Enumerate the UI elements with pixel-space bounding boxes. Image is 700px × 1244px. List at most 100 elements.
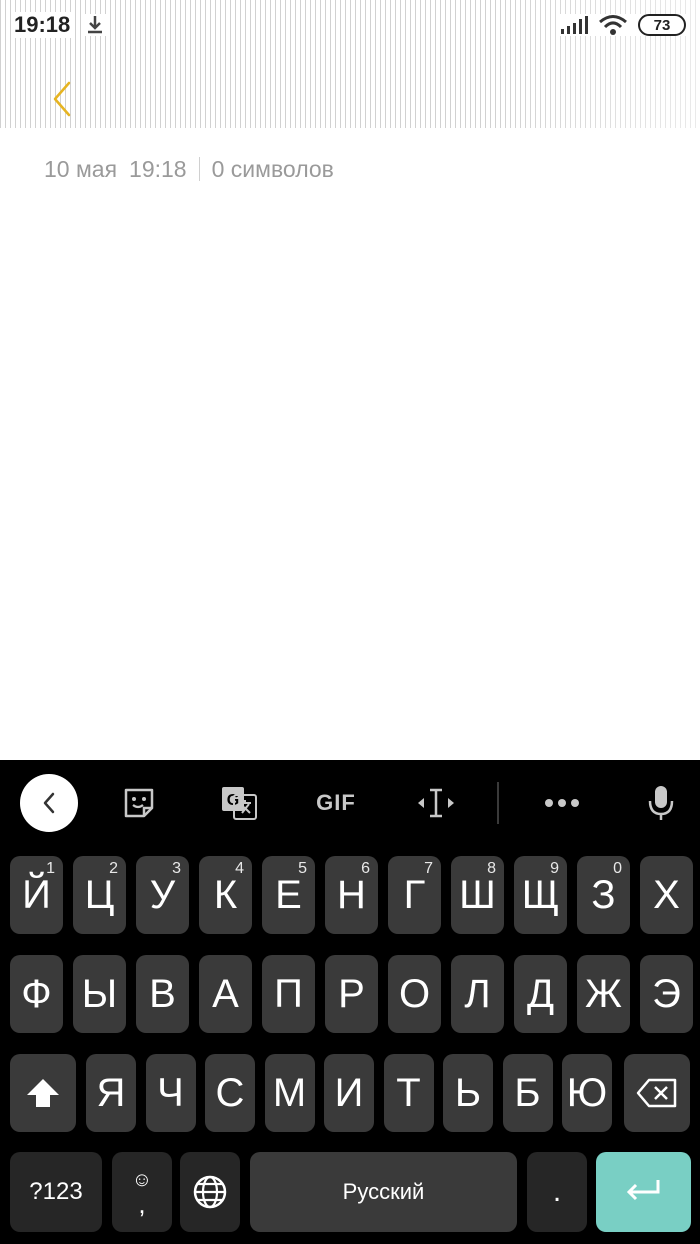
key-9[interactable]: Щ9 [514, 856, 567, 934]
key-15[interactable]: А [199, 955, 252, 1033]
key-char: З [591, 872, 616, 917]
key-char: Г [403, 872, 426, 917]
key-hint: 6 [361, 860, 370, 877]
key-5[interactable]: Е5 [262, 856, 315, 934]
shift-key[interactable] [10, 1054, 76, 1132]
gif-button[interactable]: GIF [310, 778, 362, 828]
chevron-left-icon [53, 81, 71, 117]
key-hint: 7 [424, 860, 433, 877]
signal-icon [560, 15, 588, 35]
enter-key[interactable] [596, 1152, 691, 1232]
key-hint: 4 [235, 860, 244, 877]
microphone-button[interactable] [642, 778, 680, 828]
note-editor[interactable] [0, 196, 700, 756]
key-25[interactable]: С [205, 1054, 255, 1132]
key-char: Й [22, 872, 51, 917]
key-char: Т [396, 1070, 421, 1115]
key-26[interactable]: М [264, 1054, 315, 1132]
backspace-key[interactable] [624, 1054, 690, 1132]
sticker-button[interactable] [118, 778, 160, 828]
enter-icon [626, 1180, 659, 1201]
key-8[interactable]: Ш8 [451, 856, 504, 934]
key-17[interactable]: Р [325, 955, 378, 1033]
key-char: С [215, 1070, 245, 1115]
symbols-key[interactable]: ?123 [10, 1152, 102, 1232]
more-button[interactable] [540, 778, 584, 828]
key-hint: 2 [109, 860, 118, 877]
text-cursor-button[interactable] [414, 778, 458, 828]
key-22[interactable]: Э [640, 955, 693, 1033]
key-27[interactable]: И [324, 1054, 374, 1132]
gif-label: GIF [316, 790, 356, 815]
key-char: Б [514, 1070, 541, 1115]
space-key[interactable]: Русский [250, 1152, 517, 1232]
app-header: 19:18 73 [0, 0, 700, 128]
key-hint: 5 [298, 860, 307, 877]
key-19[interactable]: Л [451, 955, 504, 1033]
key-char: Н [337, 872, 366, 917]
key-31[interactable]: Ю [562, 1054, 612, 1132]
key-char: Ы [81, 971, 118, 1016]
key-24[interactable]: Ч [145, 1054, 196, 1132]
key-char: О [398, 971, 431, 1016]
back-button[interactable] [44, 78, 80, 120]
battery-level: 73 [653, 16, 671, 34]
key-char: Ф [21, 971, 52, 1016]
more-icon [545, 799, 579, 807]
key-20[interactable]: Д [514, 955, 567, 1033]
key-23[interactable]: Я [86, 1054, 136, 1132]
key-16[interactable]: П [262, 955, 315, 1033]
battery-icon: 73 [638, 14, 686, 36]
keyboard-collapse-button[interactable] [20, 774, 78, 832]
key-char: Х [653, 872, 680, 917]
comma-key[interactable]: ☺ , [112, 1152, 172, 1232]
key-char: П [274, 971, 303, 1016]
key-char: Ш [459, 872, 496, 917]
key-char: Р [338, 971, 365, 1016]
meta-divider [198, 157, 200, 181]
shift-icon [27, 1079, 59, 1107]
key-30[interactable]: Б [502, 1054, 553, 1132]
key-2[interactable]: Ц2 [73, 856, 126, 934]
key-28[interactable]: Т [383, 1054, 434, 1132]
key-char: Ю [566, 1070, 608, 1115]
keyboard-toolbar: G GIF [0, 760, 700, 846]
backspace-icon [636, 1078, 677, 1108]
toolbar-divider [497, 782, 499, 824]
key-12[interactable]: Ф [10, 955, 63, 1033]
wifi-icon [598, 14, 628, 36]
key-char: В [149, 971, 176, 1016]
key-4[interactable]: К4 [199, 856, 252, 934]
key-18[interactable]: О [388, 955, 441, 1033]
key-1[interactable]: Й1 [10, 856, 63, 934]
key-10[interactable]: З0 [577, 856, 630, 934]
key-char: И [334, 1070, 364, 1115]
key-3[interactable]: У3 [136, 856, 189, 934]
language-key[interactable] [180, 1152, 240, 1232]
period-key[interactable]: . [527, 1152, 587, 1232]
emoji-hint: ☺ [131, 1169, 153, 1191]
key-char: К [213, 872, 238, 917]
key-hint: 1 [46, 860, 55, 877]
key-char: Ч [157, 1070, 184, 1115]
note-time: 19:18 [129, 155, 187, 182]
key-29[interactable]: Ь [443, 1054, 493, 1132]
translate-icon: G [222, 787, 257, 820]
key-char: Щ [521, 872, 560, 917]
key-21[interactable]: Ж [577, 955, 630, 1033]
key-11[interactable]: Х [640, 856, 693, 934]
key-7[interactable]: Г7 [388, 856, 441, 934]
key-6[interactable]: Н6 [325, 856, 378, 934]
key-13[interactable]: Ы [73, 955, 126, 1033]
char-count: 0 символов [211, 155, 334, 182]
globe-icon [193, 1175, 227, 1209]
note-date: 10 мая [44, 155, 118, 182]
sticker-icon [124, 788, 154, 818]
key-14[interactable]: В [136, 955, 189, 1033]
period-label: . [552, 1175, 562, 1208]
key-char: Ц [84, 872, 115, 917]
microphone-icon [648, 786, 674, 820]
space-label: Русский [342, 1179, 425, 1204]
translate-button[interactable]: G [218, 778, 260, 828]
status-right: 73 [558, 14, 688, 36]
